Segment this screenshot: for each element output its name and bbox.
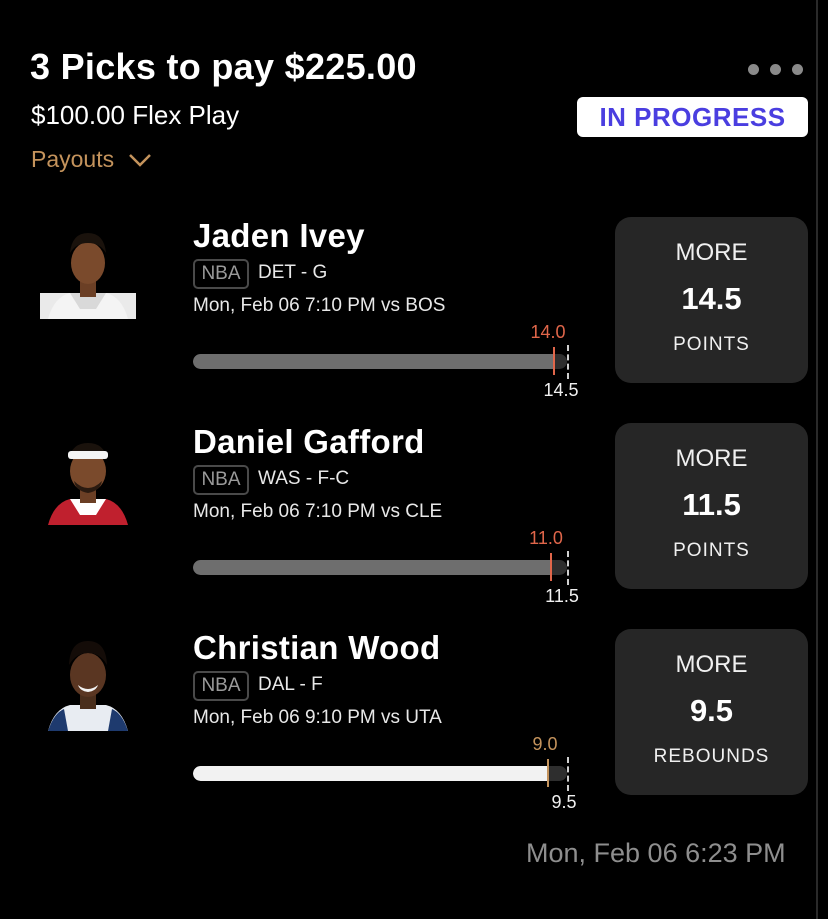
line-value: 14.5	[543, 380, 579, 400]
line-marker	[567, 551, 569, 585]
actual-marker	[553, 347, 555, 375]
player-name: Jaden Ivey	[193, 217, 365, 254]
actual-value: 14.0	[530, 322, 566, 342]
status-badge: IN PROGRESS	[577, 97, 808, 137]
chevron-down-icon	[129, 153, 151, 167]
actual-value: 9.0	[532, 734, 558, 754]
stat-line: 9.5	[689, 693, 734, 728]
player-name: Daniel Gafford	[193, 423, 425, 460]
line-value: 11.5	[545, 586, 579, 606]
league-badge: NBA	[193, 465, 249, 495]
entry-subtitle: $100.00 Flex Play	[31, 100, 240, 130]
line-marker	[567, 345, 569, 379]
stat-line: 11.5	[682, 487, 741, 522]
player-name: Christian Wood	[193, 629, 441, 666]
pick-card: Jaden Ivey NBA DET - G Mon, Feb 06 7:10 …	[0, 217, 828, 417]
stat-direction: MORE	[675, 445, 748, 472]
payouts-label: Payouts	[31, 146, 115, 172]
progress-bar	[193, 766, 567, 781]
team-position: WAS - F-C	[258, 468, 350, 489]
stat-card[interactable]: MORE 11.5 POINTS	[615, 423, 808, 589]
pick-card: Christian Wood NBA DAL - F Mon, Feb 06 9…	[0, 629, 828, 829]
payouts-toggle[interactable]: Payouts	[31, 146, 152, 173]
line-marker	[567, 757, 569, 791]
stat-direction: MORE	[675, 651, 748, 678]
progress-fill	[193, 560, 551, 575]
stat-type: POINTS	[673, 334, 750, 355]
player-avatar	[40, 635, 136, 731]
more-horizontal-icon[interactable]	[748, 64, 803, 75]
player-avatar	[40, 223, 136, 319]
team-position: DAL - F	[258, 674, 323, 695]
progress-bar	[193, 354, 567, 369]
stat-type: REBOUNDS	[653, 746, 770, 767]
stat-line: 14.5	[681, 281, 742, 316]
stat-card[interactable]: MORE 9.5 REBOUNDS	[615, 629, 808, 795]
pick-card: Daniel Gafford NBA WAS - F-C Mon, Feb 06…	[0, 423, 828, 623]
line-value: 9.5	[551, 792, 577, 812]
game-time: Mon, Feb 06 7:10 PM vs BOS	[193, 295, 446, 316]
actual-marker	[550, 553, 552, 581]
player-avatar	[40, 429, 136, 525]
progress-fill	[193, 354, 554, 369]
progress-fill	[193, 766, 548, 781]
progress-bar	[193, 560, 567, 575]
timestamp: Mon, Feb 06 6:23 PM	[526, 838, 786, 868]
game-time: Mon, Feb 06 7:10 PM vs CLE	[193, 501, 443, 522]
stat-type: POINTS	[673, 540, 750, 561]
actual-value: 11.0	[529, 528, 563, 548]
team-position: DET - G	[258, 262, 328, 283]
stat-card[interactable]: MORE 14.5 POINTS	[615, 217, 808, 383]
game-time: Mon, Feb 06 9:10 PM vs UTA	[193, 707, 442, 728]
stat-direction: MORE	[675, 239, 748, 266]
league-badge: NBA	[193, 671, 249, 701]
league-badge: NBA	[193, 259, 249, 289]
entry-title: 3 Picks to pay $225.00	[30, 46, 417, 87]
actual-marker	[547, 759, 549, 787]
